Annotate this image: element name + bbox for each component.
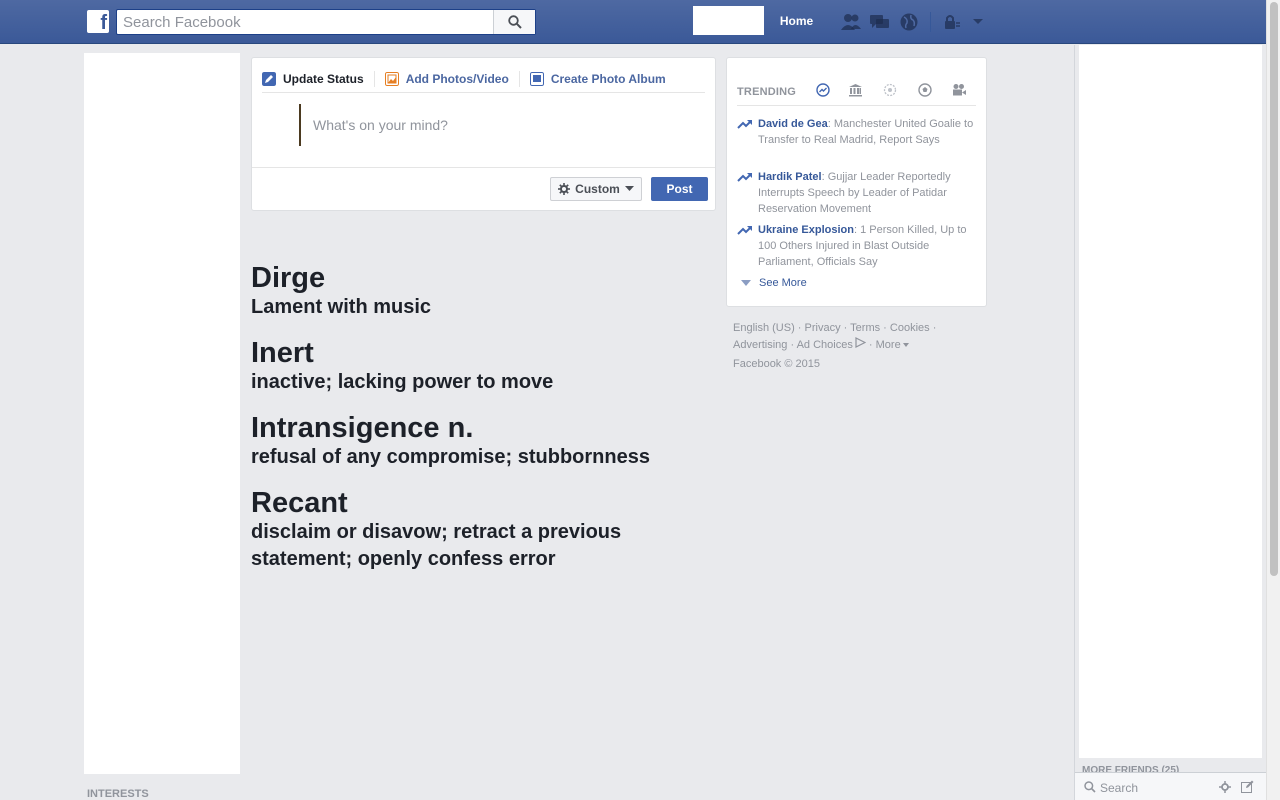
gear-icon	[558, 183, 571, 195]
vocabulary-list: Dirge Lament with music Inert inactive; …	[251, 262, 721, 589]
chevron-down-icon	[624, 186, 634, 191]
search-input[interactable]	[117, 10, 493, 34]
chat-search-input[interactable]: Search	[1100, 781, 1138, 795]
entertainment-camera-icon[interactable]	[951, 82, 967, 98]
see-more-label: See More	[759, 277, 807, 289]
tab-label: Update Status	[283, 72, 364, 86]
status-textarea[interactable]: What's on your mind?	[299, 104, 699, 146]
composer-tabs: Update Status Add Photos/Video Create Ph…	[262, 66, 705, 93]
footer-link-ad-choices[interactable]: Ad Choices	[797, 339, 853, 351]
tab-label: Add Photos/Video	[405, 72, 509, 86]
privacy-label: Custom	[575, 182, 620, 196]
top-nav-bar: f Home	[0, 0, 1266, 44]
vocab-term: Recant	[251, 487, 348, 519]
tab-create-photo-album[interactable]: Create Photo Album	[529, 72, 666, 86]
composer-footer: Custom Post	[252, 167, 715, 210]
copyright-text: Facebook © 2015	[733, 358, 820, 370]
vocab-definition: disclaim or disavow; retract a previous …	[251, 521, 622, 570]
trending-arrow-icon	[737, 120, 752, 129]
tab-add-photos-video[interactable]: Add Photos/Video	[384, 72, 509, 86]
trending-topic-name[interactable]: David de Gea	[758, 118, 828, 130]
footer-link-cookies[interactable]: Cookies	[890, 322, 930, 334]
facebook-logo[interactable]: f	[87, 10, 109, 34]
vocab-term: Dirge	[251, 262, 326, 294]
search-button[interactable]	[493, 10, 535, 34]
tab-update-status[interactable]: Update Status	[262, 72, 364, 86]
scrollbar-thumb[interactable]	[1270, 2, 1278, 576]
logo-letter: f	[100, 12, 107, 34]
privacy-lock-icon[interactable]	[941, 12, 963, 32]
account-menu-chevron-down-icon[interactable]	[967, 12, 989, 32]
vocab-entry: Intransigence n. refusal of any compromi…	[251, 412, 721, 471]
vocab-entry: Recant disclaim or disavow; retract a pr…	[251, 487, 721, 573]
vocab-definition: Lament with music	[251, 296, 432, 318]
chat-search-bar: Search	[1075, 772, 1266, 800]
footer-link-language[interactable]: English (US)	[733, 322, 795, 334]
vocab-entry: Inert inactive; lacking power to move	[251, 337, 721, 396]
tab-separator	[373, 71, 375, 87]
trending-title: TRENDING	[737, 86, 797, 98]
chevron-down-icon	[902, 343, 909, 348]
page-footer: English (US) · Privacy · Terms · Cookies…	[733, 322, 937, 351]
status-composer: Update Status Add Photos/Video Create Ph…	[251, 57, 716, 211]
sports-soccer-icon[interactable]	[917, 82, 933, 98]
trending-item[interactable]: David de Gea: Manchester United Goalie t…	[737, 116, 977, 148]
see-more-link[interactable]: See More	[741, 277, 807, 289]
nav-separator	[930, 12, 931, 32]
politics-building-icon[interactable]	[847, 82, 863, 98]
ad-choices-icon	[855, 337, 867, 348]
search-icon	[507, 15, 522, 29]
friend-requests-icon[interactable]	[840, 12, 862, 32]
footer-link-advertising[interactable]: Advertising	[733, 339, 787, 351]
trending-topic-name[interactable]: Hardik Patel	[758, 171, 822, 183]
trending-header: TRENDING	[737, 76, 976, 106]
post-button[interactable]: Post	[651, 177, 708, 201]
science-atom-icon[interactable]	[882, 82, 898, 98]
trending-arrow-icon	[737, 173, 752, 182]
photo-icon	[384, 72, 399, 86]
profile-link[interactable]	[693, 6, 764, 35]
trending-topic-name[interactable]: Ukraine Explosion	[758, 224, 854, 236]
left-sidebar	[84, 53, 240, 774]
tab-label: Create Photo Album	[550, 72, 666, 86]
notifications-globe-icon[interactable]	[898, 12, 920, 32]
footer-link-terms[interactable]: Terms	[850, 322, 880, 334]
search-icon	[1084, 781, 1096, 793]
trending-item[interactable]: Ukraine Explosion: 1 Person Killed, Up t…	[737, 222, 977, 270]
triangle-down-icon	[741, 279, 751, 286]
album-icon	[529, 72, 544, 86]
vocab-term: Intransigence n.	[251, 412, 474, 444]
trending-top-icon[interactable]	[815, 82, 831, 98]
messages-icon[interactable]	[869, 12, 891, 32]
page-scrollbar[interactable]	[1266, 0, 1280, 800]
gear-icon[interactable]	[1219, 781, 1231, 793]
trending-panel: TRENDING David de Gea: Manchester United…	[726, 57, 987, 307]
footer-link-privacy[interactable]: Privacy	[805, 322, 841, 334]
footer-link-more[interactable]: More	[876, 339, 901, 351]
tab-separator	[518, 71, 520, 87]
vocab-definition: refusal of any compromise; stubbornness	[251, 446, 650, 468]
vocab-definition: inactive; lacking power to move	[251, 371, 554, 393]
trending-item[interactable]: Hardik Patel: Gujjar Leader Reportedly I…	[737, 169, 977, 217]
trending-arrow-icon	[737, 226, 752, 235]
pencil-icon	[262, 72, 276, 86]
home-link[interactable]: Home	[770, 13, 823, 31]
chat-friends-list	[1079, 45, 1262, 758]
interests-heading: INTERESTS	[87, 788, 149, 800]
search-box	[116, 9, 536, 35]
vocab-entry: Dirge Lament with music	[251, 262, 721, 321]
compose-message-icon[interactable]	[1241, 780, 1254, 793]
vocab-term: Inert	[251, 337, 314, 369]
privacy-selector-button[interactable]: Custom	[550, 177, 642, 201]
status-placeholder: What's on your mind?	[313, 117, 448, 133]
